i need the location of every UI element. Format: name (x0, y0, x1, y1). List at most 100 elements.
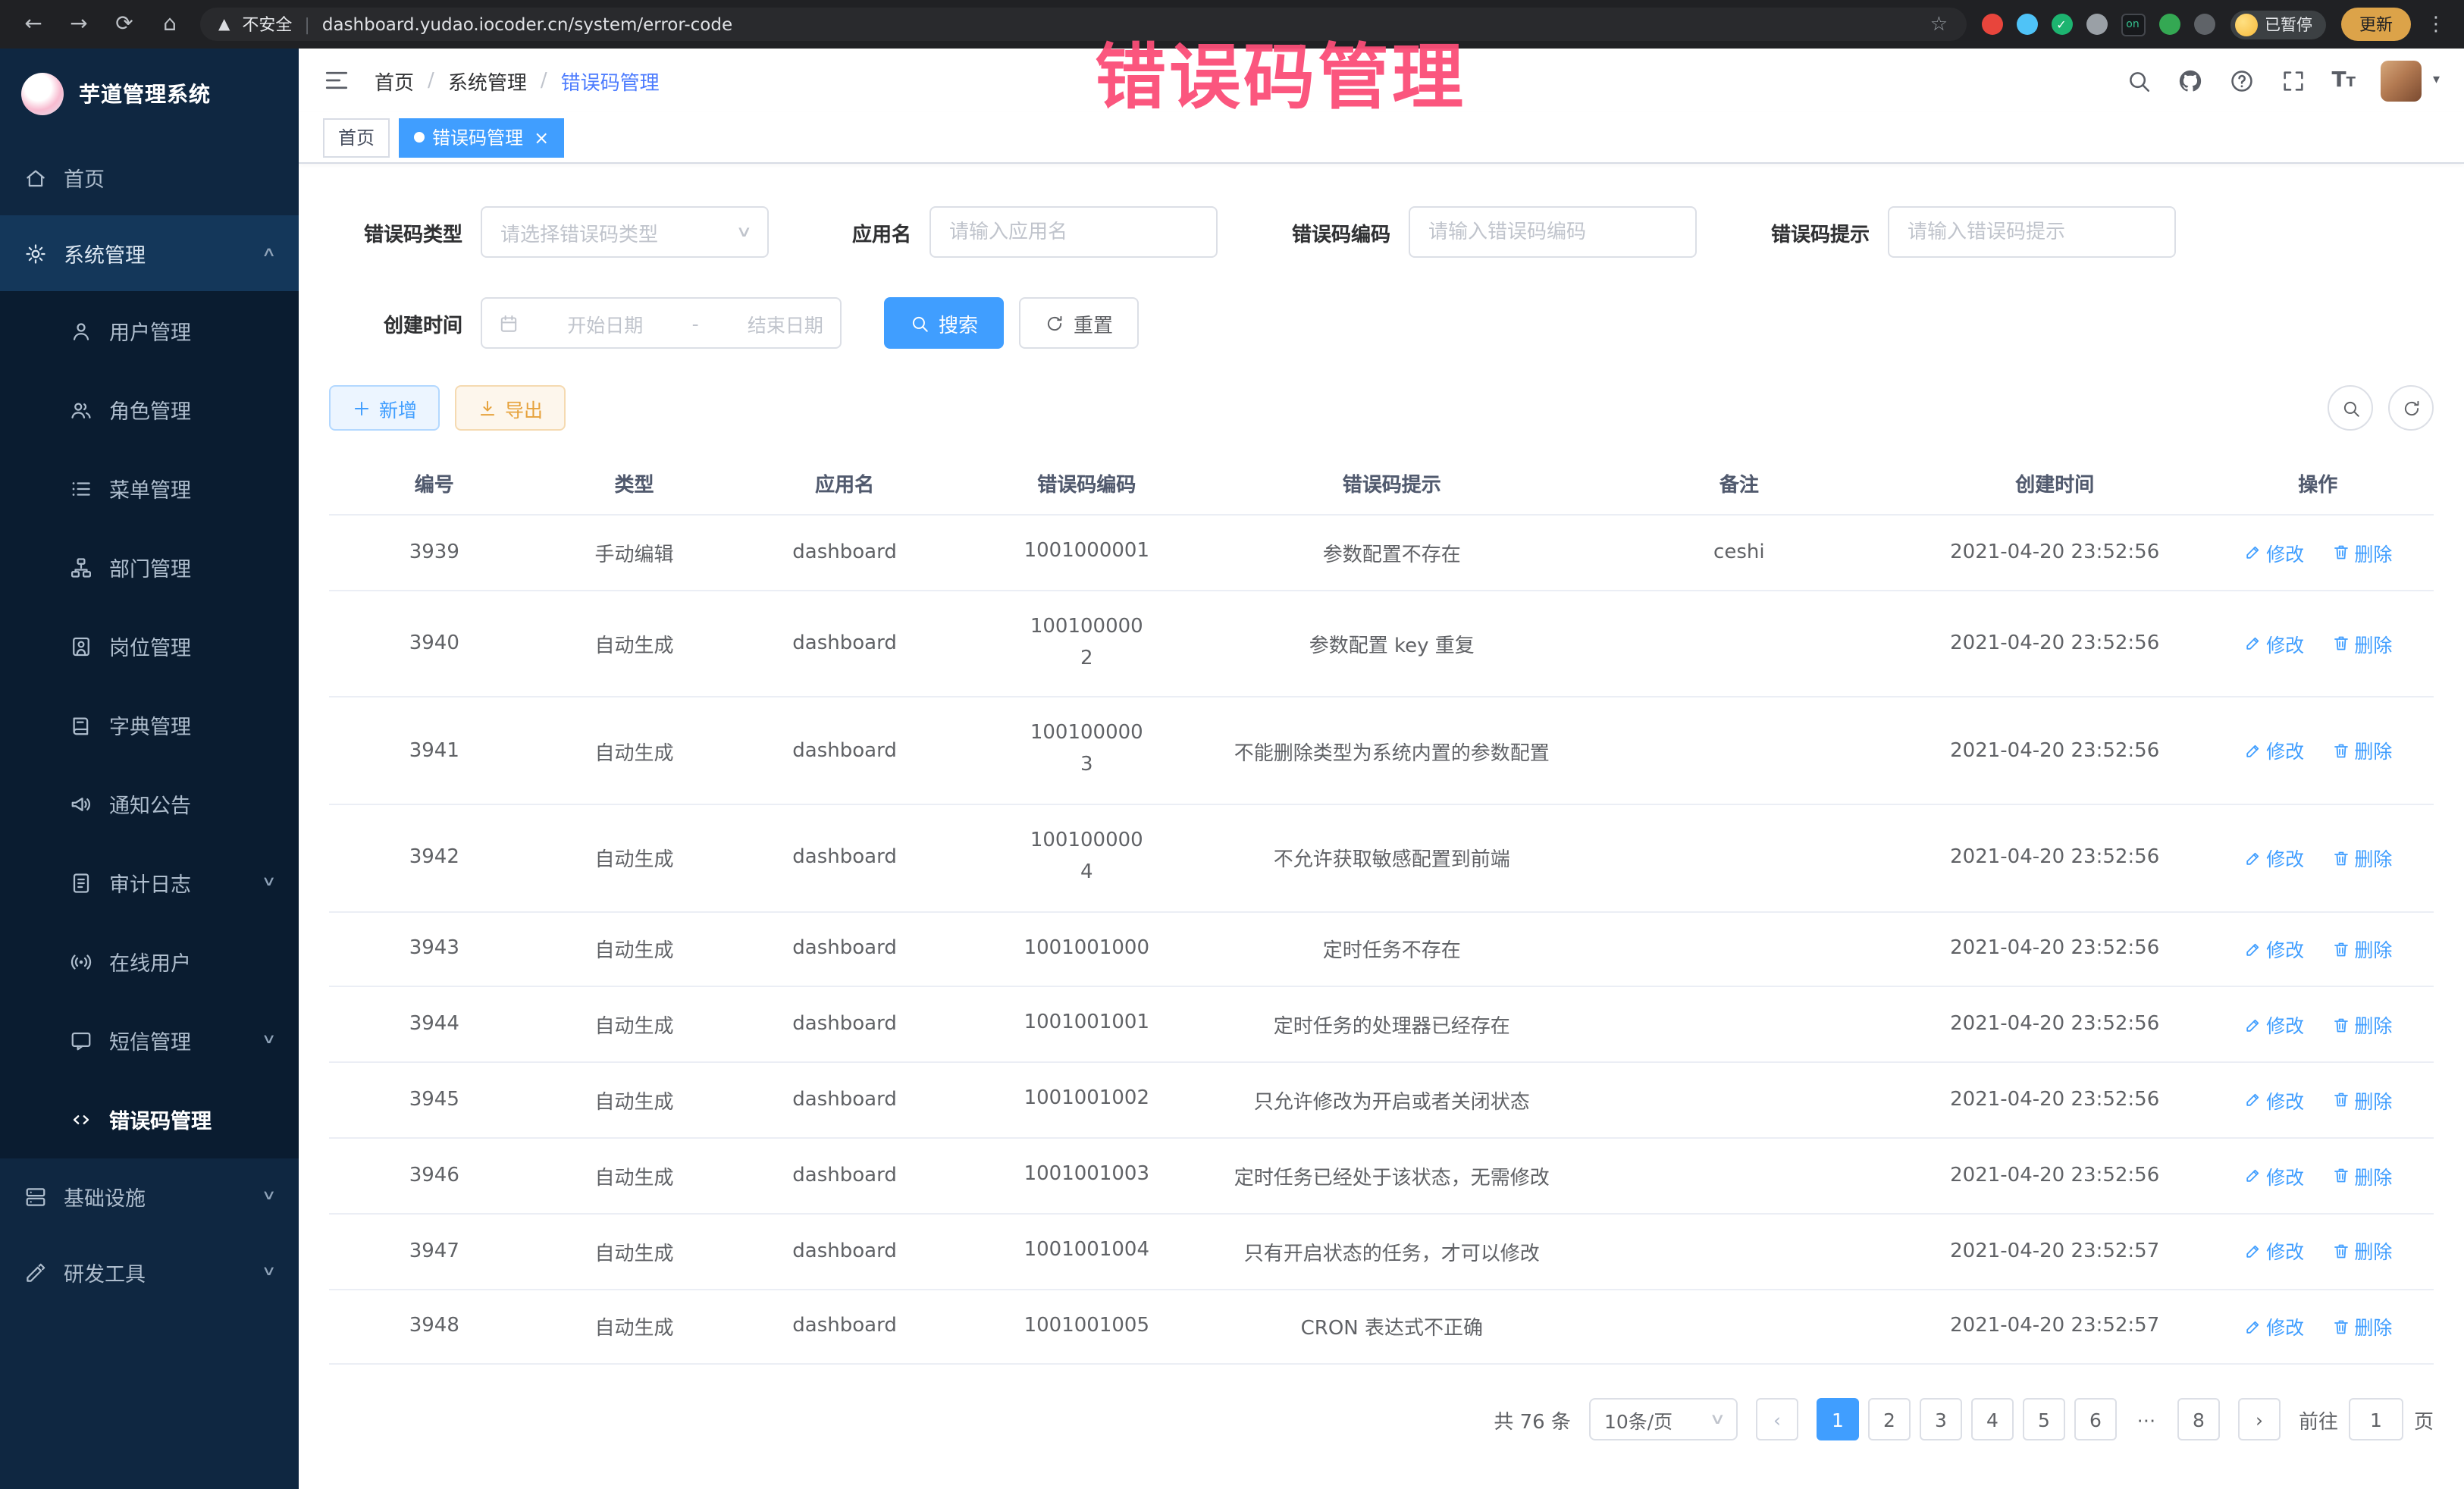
add-button[interactable]: 新增 (329, 385, 440, 431)
search-button[interactable]: 搜索 (884, 297, 1004, 349)
refresh-table-button[interactable] (2388, 385, 2434, 431)
reset-button[interactable]: 重置 (1019, 297, 1139, 349)
forward-button[interactable]: → (64, 12, 94, 36)
browser-home-button[interactable]: ⌂ (155, 12, 185, 36)
security-label[interactable]: 不安全 (242, 12, 292, 36)
page-button[interactable]: 4 (1971, 1399, 2014, 1441)
edit-button[interactable]: 修改 (2243, 1312, 2304, 1340)
pencil-icon (2243, 939, 2262, 958)
tab-error-code[interactable]: 错误码管理 × (399, 118, 564, 157)
address-bar[interactable]: ▲ 不安全 | dashboard.yudao.iocoder.cn/syste… (200, 8, 1966, 41)
edit-button[interactable]: 修改 (2243, 843, 2304, 872)
breadcrumb-home[interactable]: 首页 (375, 66, 414, 95)
sidebar-item[interactable]: 岗位管理 (0, 607, 299, 685)
sidebar-item[interactable]: 菜单管理 (0, 449, 299, 528)
github-icon[interactable] (2177, 67, 2203, 93)
error-hint-input[interactable] (1908, 221, 2156, 243)
export-button[interactable]: 导出 (455, 385, 566, 431)
page-button[interactable]: 8 (2177, 1399, 2220, 1441)
sidebar-item[interactable]: 部门管理 (0, 528, 299, 607)
search-icon[interactable] (2126, 67, 2152, 93)
date-range-picker[interactable]: 开始日期 - 结束日期 (481, 297, 842, 349)
delete-button[interactable]: 删除 (2331, 1161, 2392, 1190)
extension-icon-pinwheel[interactable] (2193, 14, 2215, 35)
edit-button[interactable]: 修改 (2243, 1161, 2304, 1190)
edit-button[interactable]: 修改 (2243, 934, 2304, 963)
edit-button[interactable]: 修改 (2243, 736, 2304, 765)
help-icon[interactable] (2229, 67, 2255, 93)
next-page-button[interactable]: › (2238, 1399, 2281, 1441)
sidebar-item[interactable]: 通知公告 (0, 764, 299, 843)
extension-icon-people[interactable] (2086, 14, 2107, 35)
delete-button[interactable]: 删除 (2331, 736, 2392, 765)
sidebar-item[interactable]: 错误码管理 (0, 1080, 299, 1158)
sidebar-item-icon (24, 166, 47, 189)
toggle-search-button[interactable] (2328, 385, 2373, 431)
delete-button[interactable]: 删除 (2331, 629, 2392, 658)
extension-icon-plant[interactable] (2158, 14, 2180, 35)
chevron-icon: ∨ (262, 875, 277, 890)
error-type-select[interactable]: 请选择错误码类型 ∨ (481, 206, 769, 258)
back-button[interactable]: ← (18, 12, 49, 36)
delete-button[interactable]: 删除 (2331, 1312, 2392, 1340)
delete-button[interactable]: 删除 (2331, 843, 2392, 872)
hamburger-icon[interactable] (323, 67, 350, 94)
edit-button[interactable]: 修改 (2243, 629, 2304, 658)
page-button[interactable]: 2 (1868, 1399, 1911, 1441)
edit-button[interactable]: 修改 (2243, 1237, 2304, 1265)
page-size-select[interactable]: 10条/页 ∨ (1589, 1399, 1738, 1441)
error-code-input[interactable] (1428, 221, 1677, 243)
cell-code: 1001000001 (961, 515, 1213, 591)
extension-icon-blue[interactable] (2016, 14, 2037, 35)
end-date-input[interactable]: 结束日期 (748, 309, 823, 337)
page-button[interactable]: 3 (1920, 1399, 1962, 1441)
sidebar-item[interactable]: 基础设施 ∨ (0, 1158, 299, 1234)
sidebar-item[interactable]: 首页 (0, 139, 299, 215)
extension-icon-red[interactable] (1981, 14, 2002, 35)
sidebar-item[interactable]: 在线用户 (0, 922, 299, 1001)
sidebar-item[interactable]: 短信管理 ∨ (0, 1001, 299, 1080)
extension-icon-green-check[interactable]: ✓ (2051, 14, 2072, 35)
user-avatar[interactable] (2381, 60, 2422, 101)
pencil-icon (2243, 635, 2262, 653)
breadcrumb-system[interactable]: 系统管理 (448, 66, 527, 95)
sidebar-item[interactable]: 字典管理 (0, 685, 299, 764)
delete-button[interactable]: 删除 (2331, 538, 2392, 566)
page-button[interactable]: 1 (1817, 1399, 1859, 1441)
app-name-input[interactable] (949, 221, 1198, 243)
browser-menu-kebab-icon[interactable]: ⋮ (2426, 13, 2446, 36)
filter-hint-label: 错误码提示 (1742, 218, 1870, 246)
extension-icon-on-badge[interactable]: on (2121, 13, 2145, 36)
page-button[interactable]: 5 (2023, 1399, 2065, 1441)
tab-close-icon[interactable]: × (534, 127, 549, 148)
fullscreen-icon[interactable] (2281, 67, 2306, 93)
sidebar-item[interactable]: 角色管理 (0, 370, 299, 449)
prev-page-button[interactable]: ‹ (1756, 1399, 1798, 1441)
sidebar-logo[interactable]: 芋道管理系统 (0, 49, 299, 139)
goto-page-input[interactable] (2349, 1399, 2403, 1441)
page-button[interactable]: 6 (2074, 1399, 2117, 1441)
sidebar-item-icon (70, 556, 92, 578)
edit-button[interactable]: 修改 (2243, 1086, 2304, 1114)
bookmark-star-icon[interactable]: ☆ (1930, 13, 1948, 36)
edit-button[interactable]: 修改 (2243, 1010, 2304, 1039)
sidebar-item[interactable]: 研发工具 ∨ (0, 1234, 299, 1310)
search-button-label: 搜索 (939, 309, 978, 337)
sidebar-item[interactable]: 用户管理 (0, 291, 299, 370)
chevron-icon: ∨ (262, 1189, 277, 1204)
sidebar-item[interactable]: 系统管理 ∧ (0, 215, 299, 291)
edit-button[interactable]: 修改 (2243, 538, 2304, 566)
delete-button[interactable]: 删除 (2331, 1010, 2392, 1039)
font-size-icon[interactable]: TT (2332, 68, 2356, 92)
delete-button[interactable]: 删除 (2331, 1237, 2392, 1265)
sidebar-item[interactable]: 审计日志 ∨ (0, 843, 299, 922)
tab-home[interactable]: 首页 (323, 118, 390, 157)
profile-badge[interactable]: 已暂停 (2230, 10, 2326, 39)
start-date-input[interactable]: 开始日期 (567, 309, 643, 337)
reload-button[interactable]: ⟳ (109, 12, 140, 36)
avatar-caret-icon[interactable]: ▾ (2433, 73, 2440, 88)
delete-button[interactable]: 删除 (2331, 1086, 2392, 1114)
delete-button[interactable]: 删除 (2331, 934, 2392, 963)
browser-update-button[interactable]: 更新 (2341, 8, 2411, 41)
page-button[interactable]: ⋯ (2126, 1399, 2168, 1441)
